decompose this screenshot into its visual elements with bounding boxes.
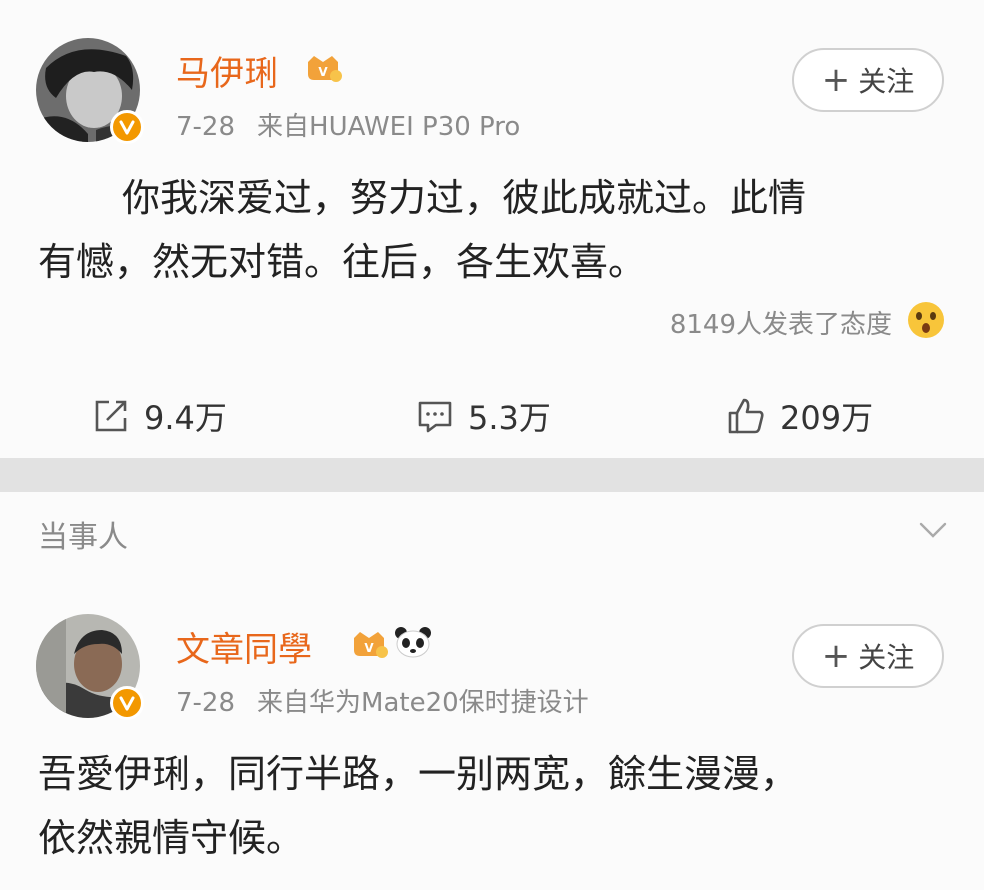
author-name[interactable]: 马伊琍 xyxy=(176,46,278,95)
chevron-down-icon[interactable] xyxy=(918,520,948,540)
surprised-face-icon[interactable] xyxy=(906,300,946,340)
section-divider xyxy=(0,458,984,492)
author-name[interactable]: 文章同學 xyxy=(176,622,312,671)
post-source: 来自HUAWEI P30 Pro xyxy=(257,112,521,142)
author-avatar[interactable] xyxy=(36,614,144,720)
verified-badge-icon xyxy=(110,110,144,144)
section-label: 当事人 xyxy=(38,520,128,555)
comment-count: 5.3万 xyxy=(468,399,551,437)
like-count: 209万 xyxy=(780,399,874,437)
post-source: 来自华为Mate20保时捷设计 xyxy=(257,688,589,718)
post-meta: 7-28 来自HUAWEI P30 Pro xyxy=(176,106,520,143)
follow-button[interactable]: + 关注 xyxy=(792,624,944,688)
vip-member-icon: V xyxy=(354,632,388,658)
post-text-line-2: 有憾，然无对错。往后，各生欢喜。 xyxy=(38,240,647,284)
verified-badge-icon xyxy=(110,686,144,720)
comment-button[interactable]: 5.3万 xyxy=(416,394,551,438)
follow-label: 关注 xyxy=(858,65,915,98)
post-date: 7-28 xyxy=(176,688,236,718)
post-meta: 7-28 来自华为Mate20保时捷设计 xyxy=(176,682,589,719)
repost-count: 9.4万 xyxy=(144,399,227,437)
post-text-line-2: 依然親情守候。 xyxy=(38,816,305,860)
post-date: 7-28 xyxy=(176,112,236,142)
repost-button[interactable]: 9.4万 xyxy=(92,394,227,438)
post-text-line-1: 你我深爱过，努力过，彼此成就过。此情 xyxy=(122,176,807,220)
author-avatar[interactable] xyxy=(36,38,144,144)
repost-icon xyxy=(95,400,127,432)
post-text-line-1: 吾愛伊琍，同行半路，一别两宽，餘生漫漫， xyxy=(38,752,799,796)
vip-member-icon: V xyxy=(308,56,342,82)
plus-icon: + xyxy=(821,60,851,100)
panda-badge-icon xyxy=(395,627,431,658)
follow-label: 关注 xyxy=(858,641,915,674)
thumbs-up-icon xyxy=(728,398,764,434)
follow-button[interactable]: + 关注 xyxy=(792,48,944,112)
svg-text:V: V xyxy=(318,65,328,79)
comment-icon xyxy=(418,401,452,433)
like-button[interactable]: 209万 xyxy=(726,394,873,438)
svg-text:V: V xyxy=(364,641,374,655)
reactions-summary[interactable]: 8149人发表了态度 xyxy=(670,304,892,341)
plus-icon: + xyxy=(821,636,851,676)
